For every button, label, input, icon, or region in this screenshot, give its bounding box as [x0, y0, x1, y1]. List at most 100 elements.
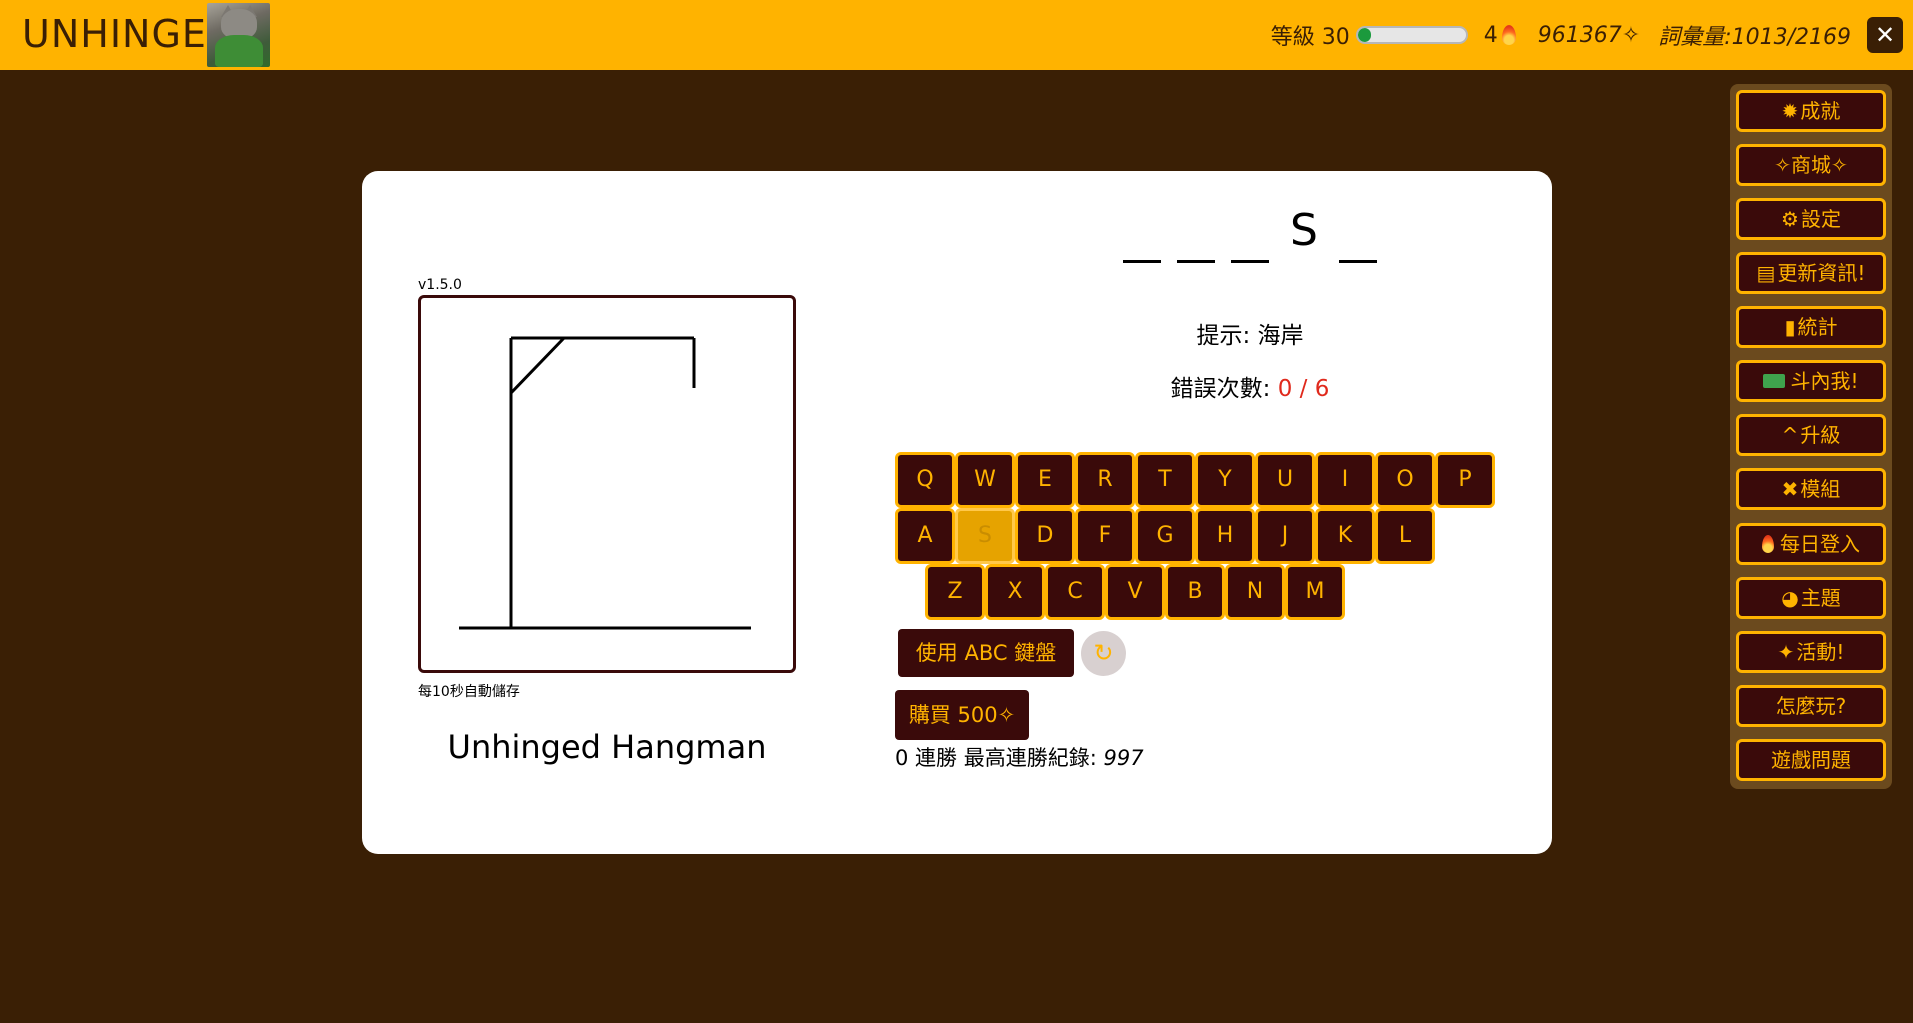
achievements-label: 成就	[1800, 99, 1841, 123]
newspaper-icon: ▤	[1756, 261, 1776, 285]
gallows-drawing	[459, 336, 751, 630]
events-button[interactable]: ✦ 活動!	[1736, 631, 1886, 673]
theme-button[interactable]: ◕ 主題	[1736, 577, 1886, 619]
flame-icon	[1762, 534, 1774, 553]
tools-icon: ✖	[1781, 477, 1799, 501]
key-m[interactable]: M	[1285, 564, 1345, 620]
gear-icon: ⚙	[1781, 207, 1799, 231]
key-d[interactable]: D	[1015, 508, 1075, 564]
buy-button[interactable]: 購買 500✧	[895, 690, 1029, 740]
brand-title: UNHINGED	[22, 12, 238, 56]
hint-text: 提示: 海岸	[1030, 316, 1470, 350]
key-b[interactable]: B	[1165, 564, 1225, 620]
word-slot	[1337, 205, 1379, 263]
vocab-count: 詞彙量:1013/2169	[1658, 25, 1851, 50]
streak-text: 0 連勝 最高連勝紀錄:	[895, 746, 1104, 770]
game-title: Unhinged Hangman	[447, 728, 767, 766]
key-r[interactable]: R	[1075, 452, 1135, 508]
word-slot	[1175, 205, 1217, 263]
gallows-brace	[509, 336, 566, 395]
word-display: S	[1030, 205, 1470, 263]
cat-avatar-image	[207, 3, 270, 67]
best-streak: 997	[1103, 746, 1144, 770]
how-to-play-button[interactable]: 怎麼玩?	[1736, 685, 1886, 727]
keyboard-row-1: QWERTYUIOP	[895, 452, 1495, 508]
money-icon	[1763, 373, 1786, 388]
key-w[interactable]: W	[955, 452, 1015, 508]
autosave-note: 每10秒自動儲存	[418, 684, 520, 700]
daily-login-button[interactable]: 每日登入	[1736, 523, 1886, 565]
issues-button[interactable]: 遊戲問題	[1736, 739, 1886, 781]
shop-button[interactable]: ✧商城✧	[1736, 144, 1886, 186]
mistakes-text: 錯誤次數: 0 / 6	[1030, 369, 1470, 403]
key-h[interactable]: H	[1195, 508, 1255, 564]
word-slot	[1229, 205, 1271, 263]
key-f[interactable]: F	[1075, 508, 1135, 564]
hint-value: 海岸	[1257, 323, 1304, 349]
chevron-up-icon: ^	[1781, 423, 1799, 447]
level-label: 等級 30	[1270, 25, 1350, 50]
key-l[interactable]: L	[1375, 508, 1435, 564]
key-p[interactable]: P	[1435, 452, 1495, 508]
hint-label: 提示:	[1196, 323, 1258, 349]
howto-label: 怎麼玩?	[1775, 694, 1847, 718]
mistakes-label: 錯誤次數:	[1170, 376, 1278, 402]
theme-label: 主題	[1800, 586, 1841, 610]
close-button[interactable]: ✕	[1867, 17, 1903, 53]
issues-label: 遊戲問題	[1771, 748, 1851, 772]
mistakes-count: 0 / 6	[1277, 376, 1330, 402]
key-u[interactable]: U	[1255, 452, 1315, 508]
key-e[interactable]: E	[1015, 452, 1075, 508]
key-q[interactable]: Q	[895, 452, 955, 508]
upgrade-button[interactable]: ^ 升級	[1736, 414, 1886, 456]
key-g[interactable]: G	[1135, 508, 1195, 564]
key-x[interactable]: X	[985, 564, 1045, 620]
updates-label: 更新資訊!	[1777, 261, 1866, 285]
donate-label: 斗內我!	[1790, 369, 1859, 393]
refresh-icon[interactable]: ↻	[1081, 631, 1126, 676]
key-k[interactable]: K	[1315, 508, 1375, 564]
top-bar: UNHINGED 等級 30 4 961367✧ 詞彙量:1013/2169 ✕	[0, 0, 1913, 70]
settings-label: 設定	[1800, 207, 1841, 231]
stats-button[interactable]: ▮ 統計	[1736, 306, 1886, 348]
key-n[interactable]: N	[1225, 564, 1285, 620]
mods-button[interactable]: ✖ 模組	[1736, 468, 1886, 510]
streak-counter: 4	[1484, 23, 1516, 48]
xp-progress-fill	[1357, 28, 1371, 42]
key-c[interactable]: C	[1045, 564, 1105, 620]
palette-icon: ◕	[1781, 586, 1799, 610]
key-t[interactable]: T	[1135, 452, 1195, 508]
mods-label: 模組	[1800, 477, 1841, 501]
xp-progress-bar	[1355, 26, 1468, 44]
bar-chart-icon: ▮	[1784, 315, 1796, 339]
abc-keyboard-button[interactable]: 使用 ABC 鍵盤	[898, 629, 1074, 677]
streak-count: 4	[1483, 22, 1498, 48]
player-stats: 等級 30 4 961367✧ 詞彙量:1013/2169	[1271, 0, 1851, 70]
key-v[interactable]: V	[1105, 564, 1165, 620]
party-popper-icon: ✦	[1777, 640, 1795, 664]
key-j[interactable]: J	[1255, 508, 1315, 564]
key-o[interactable]: O	[1375, 452, 1435, 508]
word-slot	[1121, 205, 1163, 263]
word-slot: S	[1290, 205, 1318, 256]
streak-line: 0 連勝 最高連勝紀錄: 997	[895, 742, 1144, 772]
key-a[interactable]: A	[895, 508, 955, 564]
key-z[interactable]: Z	[925, 564, 985, 620]
coin-balance: 961367✧	[1537, 22, 1641, 48]
flame-icon	[1501, 25, 1516, 45]
key-s[interactable]: S	[955, 508, 1015, 564]
achievements-button[interactable]: ✹ 成就	[1736, 90, 1886, 132]
stats-label: 統計	[1797, 315, 1838, 339]
donate-button[interactable]: 斗內我!	[1736, 360, 1886, 402]
upgrade-label: 升級	[1800, 423, 1841, 447]
hangman-canvas	[418, 295, 796, 673]
updates-button[interactable]: ▤ 更新資訊!	[1736, 252, 1886, 294]
daily-label: 每日登入	[1780, 532, 1860, 556]
keyboard-row-2: ASDFGHJKL	[895, 508, 1435, 564]
version-label: v1.5.0	[418, 277, 462, 293]
key-y[interactable]: Y	[1195, 452, 1255, 508]
key-i[interactable]: I	[1315, 452, 1375, 508]
shop-label: ✧商城✧	[1774, 153, 1848, 177]
events-label: 活動!	[1796, 640, 1845, 664]
settings-button[interactable]: ⚙ 設定	[1736, 198, 1886, 240]
